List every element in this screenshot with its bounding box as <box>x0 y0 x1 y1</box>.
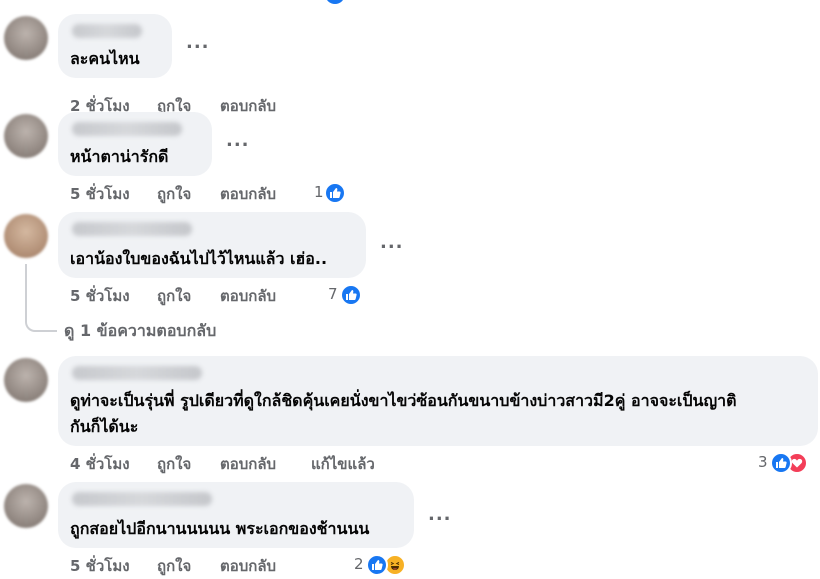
more-options-button[interactable]: ... <box>428 504 452 525</box>
thread-connector <box>25 264 57 332</box>
comment-text: ถูกสอยไปอีกนานนนนน พระเอกของช้านนน <box>70 519 370 538</box>
like-button[interactable]: ถูกใจ <box>157 452 191 476</box>
reaction-count: 3 <box>758 453 768 471</box>
timestamp[interactable]: 5 ชั่วโมง <box>70 182 130 206</box>
like-button[interactable]: ถูกใจ <box>157 554 191 578</box>
previous-comment-actions <box>0 0 820 8</box>
avatar[interactable] <box>4 484 48 528</box>
comment-text-line: กันก็ได้นะ <box>70 417 139 436</box>
like-icon <box>770 452 792 474</box>
like-reaction-icon <box>325 0 345 4</box>
author-name[interactable] <box>72 222 192 236</box>
author-name[interactable] <box>72 492 212 506</box>
author-name[interactable] <box>72 24 142 38</box>
author-name[interactable] <box>72 122 182 136</box>
comment-bubble: ดูท่าจะเป็นรุ่นพี่ รูปเดียวที่ดูใกล้ชิดค… <box>58 356 818 446</box>
more-options-button[interactable]: ... <box>380 232 404 253</box>
more-options-button[interactable]: ... <box>226 130 250 151</box>
comment-bubble: เอาน้องใบของฉันไปไว้ไหนแล้ว เฮ่อ.. <box>58 212 366 278</box>
reply-button[interactable]: ตอบกลับ <box>220 182 276 206</box>
reaction-count: 1 <box>314 183 324 201</box>
like-button[interactable]: ถูกใจ <box>157 284 191 308</box>
comment-text: เอาน้องใบของฉันไปไว้ไหนแล้ว เฮ่อ.. <box>70 249 328 268</box>
avatar[interactable] <box>4 16 48 60</box>
comment-bubble: หน้าตาน่ารักดี <box>58 112 212 176</box>
like-icon <box>340 284 362 306</box>
reply-button[interactable]: ตอบกลับ <box>220 284 276 308</box>
avatar[interactable] <box>4 114 48 158</box>
avatar[interactable] <box>4 358 48 402</box>
author-name[interactable] <box>72 366 202 380</box>
timestamp[interactable]: 5 ชั่วโมง <box>70 284 130 308</box>
reply-button[interactable]: ตอบกลับ <box>220 94 276 118</box>
comment-bubble: ถูกสอยไปอีกนานนนนน พระเอกของช้านนน <box>58 482 414 548</box>
comment-bubble: ละคนไหน <box>58 14 172 78</box>
like-icon <box>324 182 346 204</box>
reaction-count: 2 <box>354 555 364 573</box>
more-options-button[interactable]: ... <box>186 32 210 53</box>
view-replies-link[interactable]: ดู 1 ข้อความตอบกลับ <box>64 319 216 344</box>
reaction-count: 7 <box>328 285 338 303</box>
timestamp[interactable]: 4 ชั่วโมง <box>70 452 130 476</box>
reply-button[interactable]: ตอบกลับ <box>220 452 276 476</box>
like-icon <box>366 554 388 576</box>
timestamp[interactable]: 5 ชั่วโมง <box>70 554 130 578</box>
comment-text: หน้าตาน่ารักดี <box>70 147 169 166</box>
reply-button[interactable]: ตอบกลับ <box>220 554 276 578</box>
avatar[interactable] <box>4 214 48 258</box>
comment-text: ละคนไหน <box>70 49 140 68</box>
edited-label[interactable]: แก้ไขแล้ว <box>311 452 375 476</box>
comment-text-line: ดูท่าจะเป็นรุ่นพี่ รูปเดียวที่ดูใกล้ชิดค… <box>70 391 737 410</box>
like-button[interactable]: ถูกใจ <box>157 182 191 206</box>
